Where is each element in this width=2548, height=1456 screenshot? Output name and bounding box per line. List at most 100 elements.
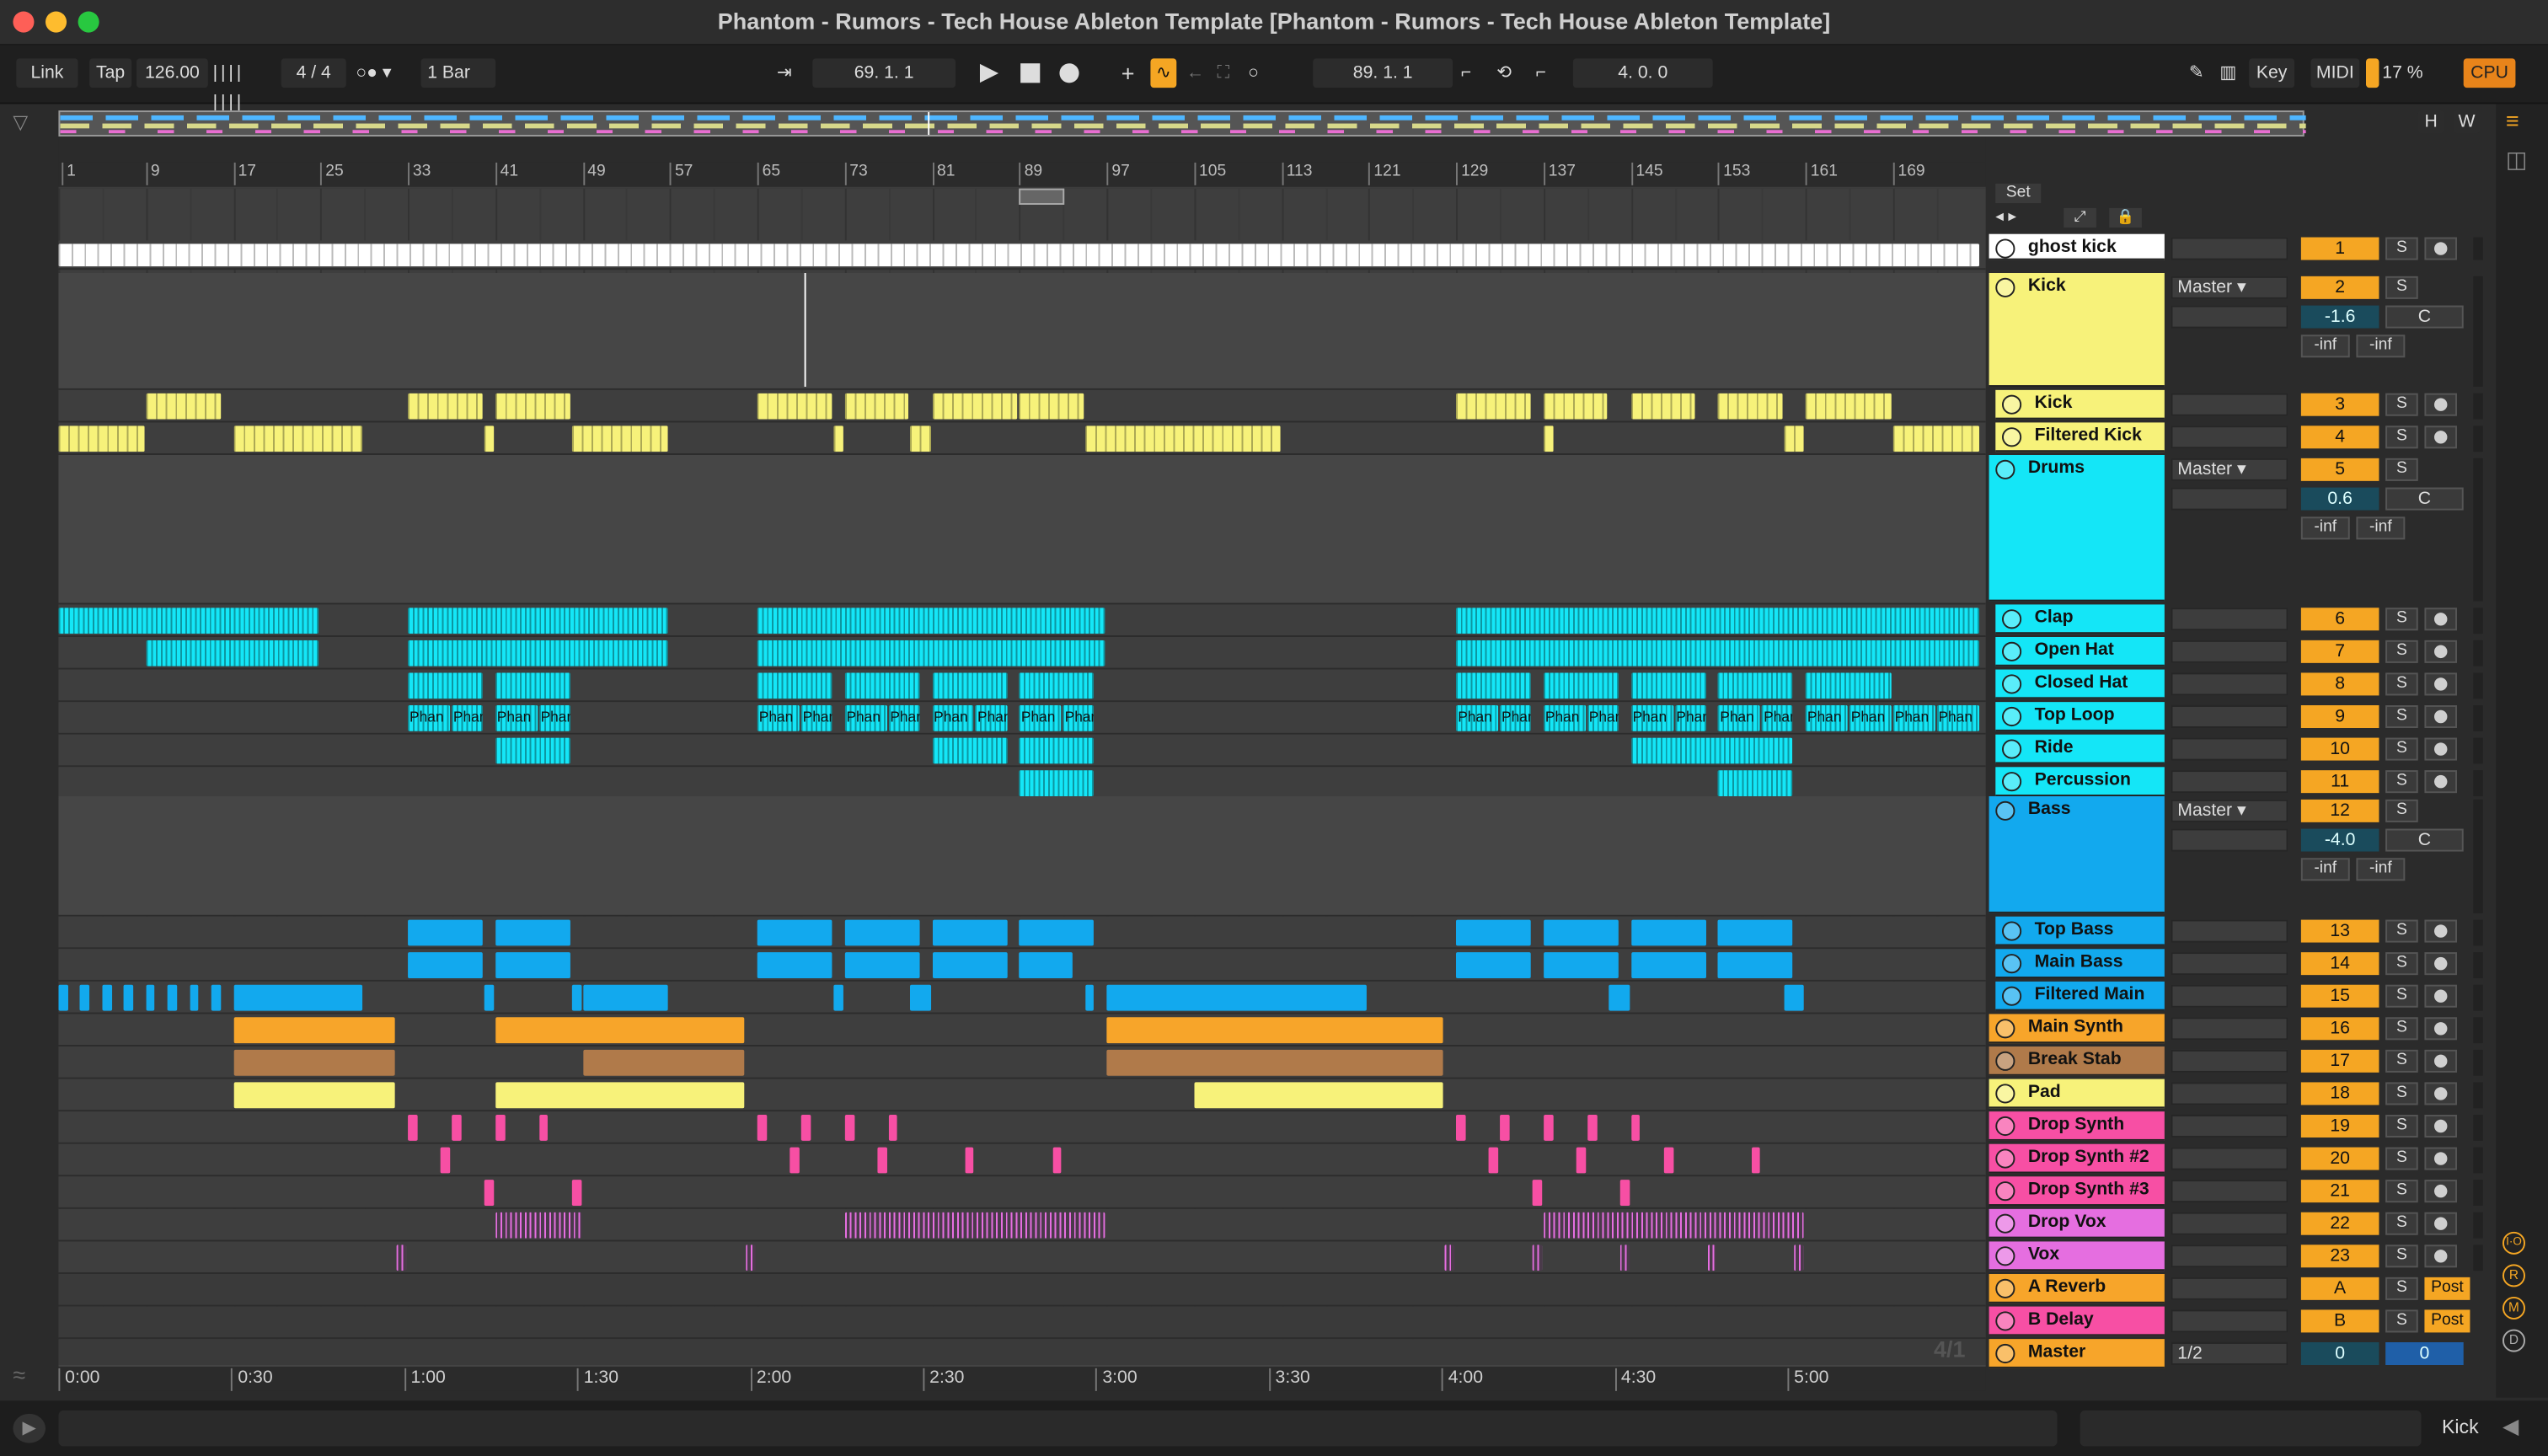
clip[interactable]: [757, 1114, 767, 1141]
output-routing-menu[interactable]: Master ▾: [2171, 458, 2288, 481]
return-activator[interactable]: A: [2300, 1277, 2379, 1300]
track-activator[interactable]: 5: [2300, 458, 2379, 481]
clip[interactable]: [757, 672, 832, 699]
solo-button[interactable]: S: [2385, 952, 2418, 976]
clip[interactable]: [1456, 919, 1532, 946]
arrangement-lane[interactable]: [58, 1143, 1986, 1177]
return-track-header[interactable]: A Reverb A S Post: [1989, 1273, 2493, 1307]
clip-stop-icon[interactable]: [2001, 394, 2022, 415]
arrangement-lane[interactable]: [58, 636, 1986, 670]
overview-toggle-icon[interactable]: ▽: [13, 110, 46, 136]
track-header[interactable]: Closed Hat 8 S: [1989, 669, 2493, 703]
clip[interactable]: [233, 426, 363, 452]
clip[interactable]: [1543, 393, 1608, 420]
input-monitor-box[interactable]: [2171, 737, 2288, 761]
clip[interactable]: [58, 244, 1979, 267]
clip[interactable]: [582, 1049, 745, 1076]
arm-button[interactable]: [2424, 237, 2457, 260]
clip-stop-icon[interactable]: [2001, 609, 2022, 629]
clip[interactable]: Phan: [1063, 704, 1095, 731]
track-header[interactable]: Drop Synth #3 21 S: [1989, 1176, 2493, 1209]
track-activator[interactable]: 15: [2300, 984, 2379, 1008]
arrangement-lane[interactable]: [58, 1079, 1986, 1112]
overdub-icon[interactable]: +: [1121, 58, 1141, 88]
track-header[interactable]: Top Bass 13 S: [1989, 916, 2493, 950]
track-header[interactable]: Filtered Kick 4 S: [1989, 422, 2493, 455]
clip-stop-icon[interactable]: [1995, 1051, 2015, 1071]
clip[interactable]: [408, 952, 483, 978]
clip[interactable]: [1019, 919, 1095, 946]
clip[interactable]: [910, 426, 931, 452]
track-header[interactable]: Kick 3 S: [1989, 389, 2493, 423]
track-header[interactable]: Drop Vox 22 S: [1989, 1208, 2493, 1242]
track-activator[interactable]: 19: [2300, 1114, 2379, 1138]
clip[interactable]: [571, 426, 669, 452]
clip[interactable]: [1619, 1180, 1630, 1206]
clip[interactable]: [800, 1114, 811, 1141]
input-monitor-box[interactable]: [2171, 1180, 2288, 1203]
clip-stop-icon[interactable]: [2001, 954, 2022, 974]
solo-button[interactable]: S: [2385, 919, 2418, 943]
clip[interactable]: [571, 1180, 581, 1206]
track-activator[interactable]: 9: [2300, 704, 2379, 728]
tap-button[interactable]: Tap: [89, 58, 132, 88]
clip-stop-icon[interactable]: [1995, 1278, 2015, 1298]
track-name-box[interactable]: Drop Synth #3: [1989, 1176, 2165, 1206]
mixer-toggle-button[interactable]: M: [2502, 1296, 2525, 1320]
clip[interactable]: Phan: [932, 704, 975, 731]
return-lane[interactable]: [58, 1273, 1986, 1307]
track-name-box[interactable]: Closed Hat: [1995, 669, 2165, 699]
track-activator[interactable]: 22: [2300, 1212, 2379, 1235]
clip-stop-icon[interactable]: [2001, 706, 2022, 727]
nudge-icon[interactable]: |||| ||||: [213, 58, 278, 112]
track-header[interactable]: Drop Synth 19 S: [1989, 1111, 2493, 1144]
clip[interactable]: [844, 952, 920, 978]
arrangement-lane[interactable]: [58, 240, 1986, 270]
play-icon[interactable]: ▶: [980, 58, 1003, 88]
solo-button[interactable]: S: [2385, 1309, 2418, 1333]
arrangement-lane[interactable]: [58, 389, 1986, 423]
keyboard-icon[interactable]: ▥: [2219, 58, 2242, 88]
clip-stop-icon[interactable]: [1995, 1213, 2015, 1234]
clip[interactable]: [1456, 640, 1979, 666]
clip[interactable]: [1718, 919, 1794, 946]
input-monitor-box[interactable]: [2171, 426, 2288, 449]
arrangement-lane[interactable]: [58, 669, 1986, 703]
clip[interactable]: Phan: [495, 704, 538, 731]
input-monitor-box[interactable]: [2171, 1082, 2288, 1105]
clip-stop-icon[interactable]: [2001, 772, 2022, 792]
follow-icon[interactable]: ⇥: [777, 58, 803, 88]
track-name-box[interactable]: ghost kick: [1989, 233, 2165, 260]
solo-button[interactable]: S: [2385, 608, 2418, 631]
clip[interactable]: [146, 640, 319, 666]
draw-mode-icon[interactable]: ✎: [2189, 58, 2212, 88]
arrangement-overview[interactable]: [58, 110, 2306, 136]
output-routing-menu[interactable]: Master ▾: [2171, 276, 2288, 299]
clip[interactable]: [408, 640, 669, 666]
solo-button[interactable]: S: [2385, 799, 2418, 822]
output-sub-menu[interactable]: [2171, 828, 2288, 852]
clip-stop-icon[interactable]: [2001, 674, 2022, 694]
clip[interactable]: Phan: [1762, 704, 1794, 731]
clip[interactable]: [746, 1245, 756, 1271]
clip[interactable]: [58, 984, 68, 1011]
output-routing-menu[interactable]: Master ▾: [2171, 799, 2288, 822]
clip[interactable]: [1084, 426, 1280, 452]
clip-stop-icon[interactable]: [1995, 1181, 2015, 1202]
clip[interactable]: [1533, 1180, 1543, 1206]
link-button[interactable]: Link: [16, 58, 78, 88]
arrangement-position[interactable]: 69. 1. 1: [812, 58, 956, 88]
clip-stop-icon[interactable]: [2001, 427, 2022, 447]
clip[interactable]: [495, 1082, 745, 1109]
clip[interactable]: [1456, 1114, 1466, 1141]
track-header[interactable]: ghost kick 1 S: [1989, 233, 2493, 264]
clip[interactable]: [582, 984, 669, 1011]
clip[interactable]: Phan: [1500, 704, 1532, 731]
clip[interactable]: [1019, 737, 1095, 764]
fold-group-icon[interactable]: [1995, 277, 2015, 297]
track-name-box[interactable]: Top Loop: [1995, 702, 2165, 731]
clip[interactable]: [1806, 672, 1892, 699]
clip[interactable]: Phan: [1587, 704, 1619, 731]
clip[interactable]: [1500, 1114, 1510, 1141]
clip[interactable]: Phan: [1456, 704, 1499, 731]
